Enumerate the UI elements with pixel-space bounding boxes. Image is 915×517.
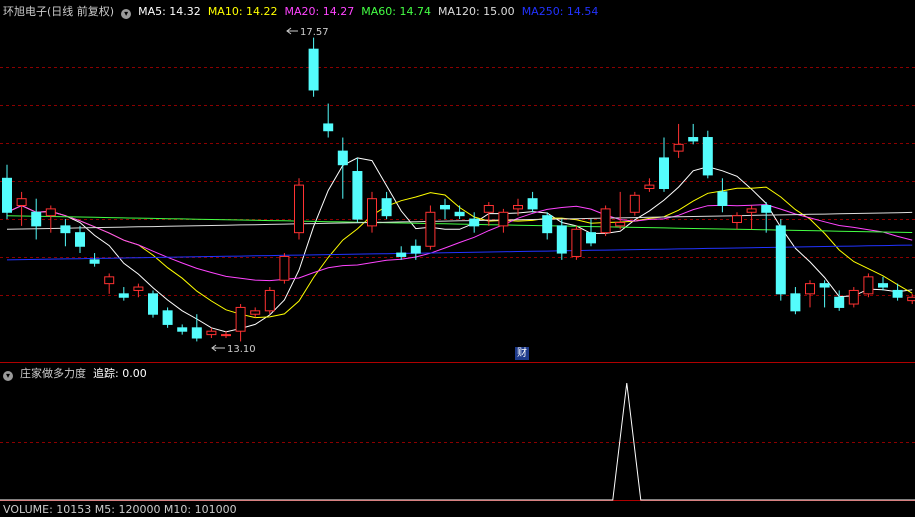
candle-body[interactable] bbox=[864, 277, 873, 294]
candle-body[interactable] bbox=[908, 297, 915, 300]
candle-body[interactable] bbox=[791, 294, 800, 311]
ma60-label: MA60: 14.74 bbox=[361, 5, 431, 18]
candle-body[interactable] bbox=[674, 144, 683, 151]
candle-body[interactable] bbox=[105, 277, 114, 284]
candle-body[interactable] bbox=[280, 256, 289, 280]
indicator-header: ▾ 庄家做多力度追踪: 0.00 bbox=[3, 367, 154, 381]
candle-body[interactable] bbox=[572, 229, 581, 256]
candle-body[interactable] bbox=[295, 185, 304, 233]
candle-body[interactable] bbox=[484, 205, 493, 212]
candle-body[interactable] bbox=[134, 287, 143, 290]
candle-body[interactable] bbox=[689, 138, 698, 141]
candle-body[interactable] bbox=[119, 294, 128, 297]
candle-body[interactable] bbox=[762, 205, 771, 212]
candle-body[interactable] bbox=[411, 246, 420, 253]
candle-body[interactable] bbox=[718, 192, 727, 206]
candle-body[interactable] bbox=[893, 290, 902, 297]
candle-body[interactable] bbox=[149, 294, 158, 314]
candle-body[interactable] bbox=[324, 124, 333, 131]
candle-body[interactable] bbox=[17, 199, 26, 206]
candle-body[interactable] bbox=[46, 209, 55, 216]
ma20-label: MA20: 14.27 bbox=[285, 5, 355, 18]
panel-dividers bbox=[0, 363, 915, 501]
settings-circle-icon[interactable]: ▾ bbox=[121, 9, 131, 19]
candle-body[interactable] bbox=[426, 212, 435, 246]
candle-body[interactable] bbox=[835, 297, 844, 307]
candle-body[interactable] bbox=[236, 307, 245, 331]
candle-body[interactable] bbox=[90, 260, 99, 263]
candle-body[interactable] bbox=[163, 311, 172, 325]
candle-body[interactable] bbox=[601, 209, 610, 233]
volume-label: VOLUME: 10153 M5: 120000 M10: 101000 bbox=[3, 503, 237, 516]
candle-body[interactable] bbox=[76, 233, 85, 247]
candle-body[interactable] bbox=[470, 219, 479, 226]
candle-body[interactable] bbox=[265, 290, 274, 310]
candle-body[interactable] bbox=[309, 49, 318, 90]
candle-body[interactable] bbox=[207, 331, 216, 334]
candle-body[interactable] bbox=[747, 209, 756, 212]
candle-body[interactable] bbox=[178, 328, 187, 331]
candle-body[interactable] bbox=[192, 328, 201, 338]
candle-body[interactable] bbox=[820, 284, 829, 287]
candle-body[interactable] bbox=[338, 151, 347, 165]
candle-body[interactable] bbox=[251, 311, 260, 314]
candle-body[interactable] bbox=[703, 138, 712, 175]
candle-body[interactable] bbox=[514, 205, 523, 208]
candle-body[interactable] bbox=[353, 172, 362, 220]
candle-body[interactable] bbox=[645, 185, 654, 188]
candle-body[interactable] bbox=[222, 335, 231, 336]
stock-chart-canvas[interactable]: 17.57 13.10 bbox=[0, 0, 915, 509]
indicator-settings-circle-icon[interactable]: ▾ bbox=[3, 371, 13, 381]
volume-header: VOLUME: 10153 M5: 120000 M10: 101000 bbox=[3, 503, 244, 517]
finance-marker[interactable]: 财 bbox=[515, 347, 529, 360]
candle-body[interactable] bbox=[368, 199, 377, 226]
ma10-label: MA10: 14.22 bbox=[208, 5, 278, 18]
indicator-line bbox=[0, 383, 915, 500]
candle-body[interactable] bbox=[455, 212, 464, 215]
indicator-track-label: 追踪: 0.00 bbox=[93, 367, 147, 380]
candle-body[interactable] bbox=[849, 290, 858, 304]
candle-body[interactable] bbox=[543, 216, 552, 233]
ma250-label: MA250: 14.54 bbox=[522, 5, 599, 18]
indicator-name[interactable]: 庄家做多力度 bbox=[20, 367, 86, 380]
candle-body[interactable] bbox=[587, 233, 596, 243]
candle-body[interactable] bbox=[630, 195, 639, 212]
ma120-label: MA120: 15.00 bbox=[438, 5, 515, 18]
candle-body[interactable] bbox=[441, 205, 450, 208]
indicator-spike-line bbox=[0, 383, 915, 500]
candle-body[interactable] bbox=[3, 178, 12, 212]
stock-title[interactable]: 环旭电子(日线 前复权) bbox=[3, 5, 114, 18]
candle-body[interactable] bbox=[806, 284, 815, 294]
candle-body[interactable] bbox=[733, 216, 742, 223]
low-price-label: 13.10 bbox=[227, 344, 256, 355]
main-header: 环旭电子(日线 前复权) ▾ MA5: 14.32 MA10: 14.22 MA20: … bbox=[3, 5, 605, 19]
candle-body[interactable] bbox=[499, 212, 508, 226]
candle-body[interactable] bbox=[61, 226, 70, 233]
candle-body[interactable] bbox=[660, 158, 669, 189]
candle-body[interactable] bbox=[397, 253, 406, 256]
candle-body[interactable] bbox=[616, 222, 625, 225]
candle-body[interactable] bbox=[528, 199, 537, 209]
high-price-label: 17.57 bbox=[300, 27, 329, 38]
candle-body[interactable] bbox=[32, 212, 41, 226]
candle-body[interactable] bbox=[382, 199, 391, 216]
candle-body[interactable] bbox=[879, 284, 888, 287]
candle-body[interactable] bbox=[776, 226, 785, 294]
ma5-label: MA5: 14.32 bbox=[138, 5, 201, 18]
candle-body[interactable] bbox=[557, 226, 566, 253]
